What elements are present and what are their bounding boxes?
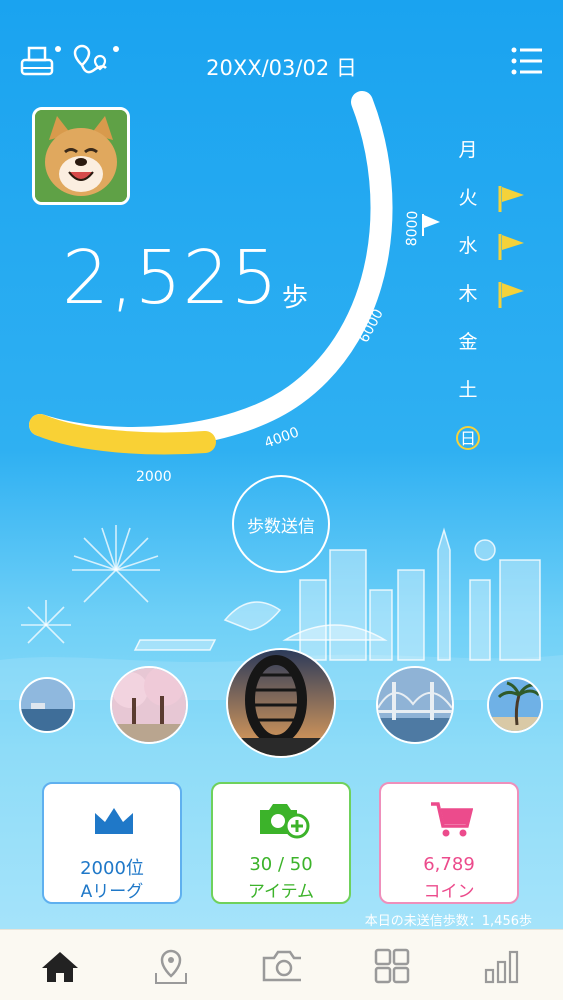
fireworks-icon xyxy=(21,525,160,644)
sunset-sculpture-photo-image xyxy=(228,650,334,756)
photo-beach[interactable] xyxy=(19,677,75,733)
day-fri: 金 xyxy=(458,331,478,353)
beach-photo-image xyxy=(21,679,73,731)
ranking-card[interactable]: 2000位 Aリーグ xyxy=(42,782,182,904)
map-pin-icon xyxy=(155,949,187,984)
coins-card[interactable]: 6,789 コイン xyxy=(379,782,519,904)
tab-home[interactable] xyxy=(40,946,80,986)
camera-plus-icon xyxy=(260,804,310,839)
tick-label-2000: 2000 xyxy=(136,469,172,485)
coin-label: コイン xyxy=(423,882,475,902)
camera-icon xyxy=(262,950,301,982)
day-thu: 木 xyxy=(458,283,478,305)
week-day-list: 月 火 水 木 金 土 日 xyxy=(448,136,488,472)
cherry-blossom-photo-image xyxy=(112,668,186,742)
menu-icon[interactable] xyxy=(510,46,544,78)
grid-icon xyxy=(374,948,410,984)
crown-icon xyxy=(95,808,133,834)
achieved-flag-icon xyxy=(498,186,524,212)
avatar[interactable] xyxy=(32,107,130,205)
app-screen: 20XX/03/02 日 2000 4000 6000 8000 2,525 歩… xyxy=(0,0,563,1000)
photo-bridge[interactable] xyxy=(376,666,454,744)
coin-count: 6,789 xyxy=(423,854,475,875)
step-count: 2,525 xyxy=(62,235,279,321)
day-sun-today: 日 xyxy=(448,424,488,472)
photo-cherry-blossom[interactable] xyxy=(110,666,188,744)
items-label: アイテム xyxy=(247,882,315,902)
tab-map[interactable] xyxy=(151,946,191,986)
day-wed: 水 xyxy=(458,235,478,257)
day-tue: 火 xyxy=(458,187,478,209)
tab-camera[interactable] xyxy=(261,946,301,986)
achieved-flag-icon xyxy=(498,234,524,260)
day-mon: 月 xyxy=(458,139,478,161)
photo-sunset-sculpture[interactable] xyxy=(226,648,336,758)
goal-flag-icon xyxy=(422,214,440,236)
items-card[interactable]: 30 / 50 アイテム xyxy=(211,782,351,904)
dog-avatar-image xyxy=(35,110,127,202)
bottom-tab-bar xyxy=(0,929,563,1000)
bar-chart-icon xyxy=(484,950,519,984)
items-count: 30 / 50 xyxy=(249,854,313,875)
home-icon xyxy=(42,952,78,982)
palm-tree-photo-image xyxy=(489,679,541,731)
bridge-photo-image xyxy=(378,668,452,742)
cart-icon xyxy=(431,802,473,837)
step-unit: 歩 xyxy=(282,283,309,313)
ranking-league: Aリーグ xyxy=(80,882,144,902)
day-sat: 土 xyxy=(458,379,478,401)
date-label: 20XX/03/02 日 xyxy=(206,56,357,80)
photo-palm-tree[interactable] xyxy=(487,677,543,733)
tab-collection[interactable] xyxy=(372,946,412,986)
unsent-steps-text: 本日の未送信歩数：1,456歩 xyxy=(364,914,532,929)
achieved-flag-icon xyxy=(498,282,524,308)
tab-stats[interactable] xyxy=(482,946,522,986)
